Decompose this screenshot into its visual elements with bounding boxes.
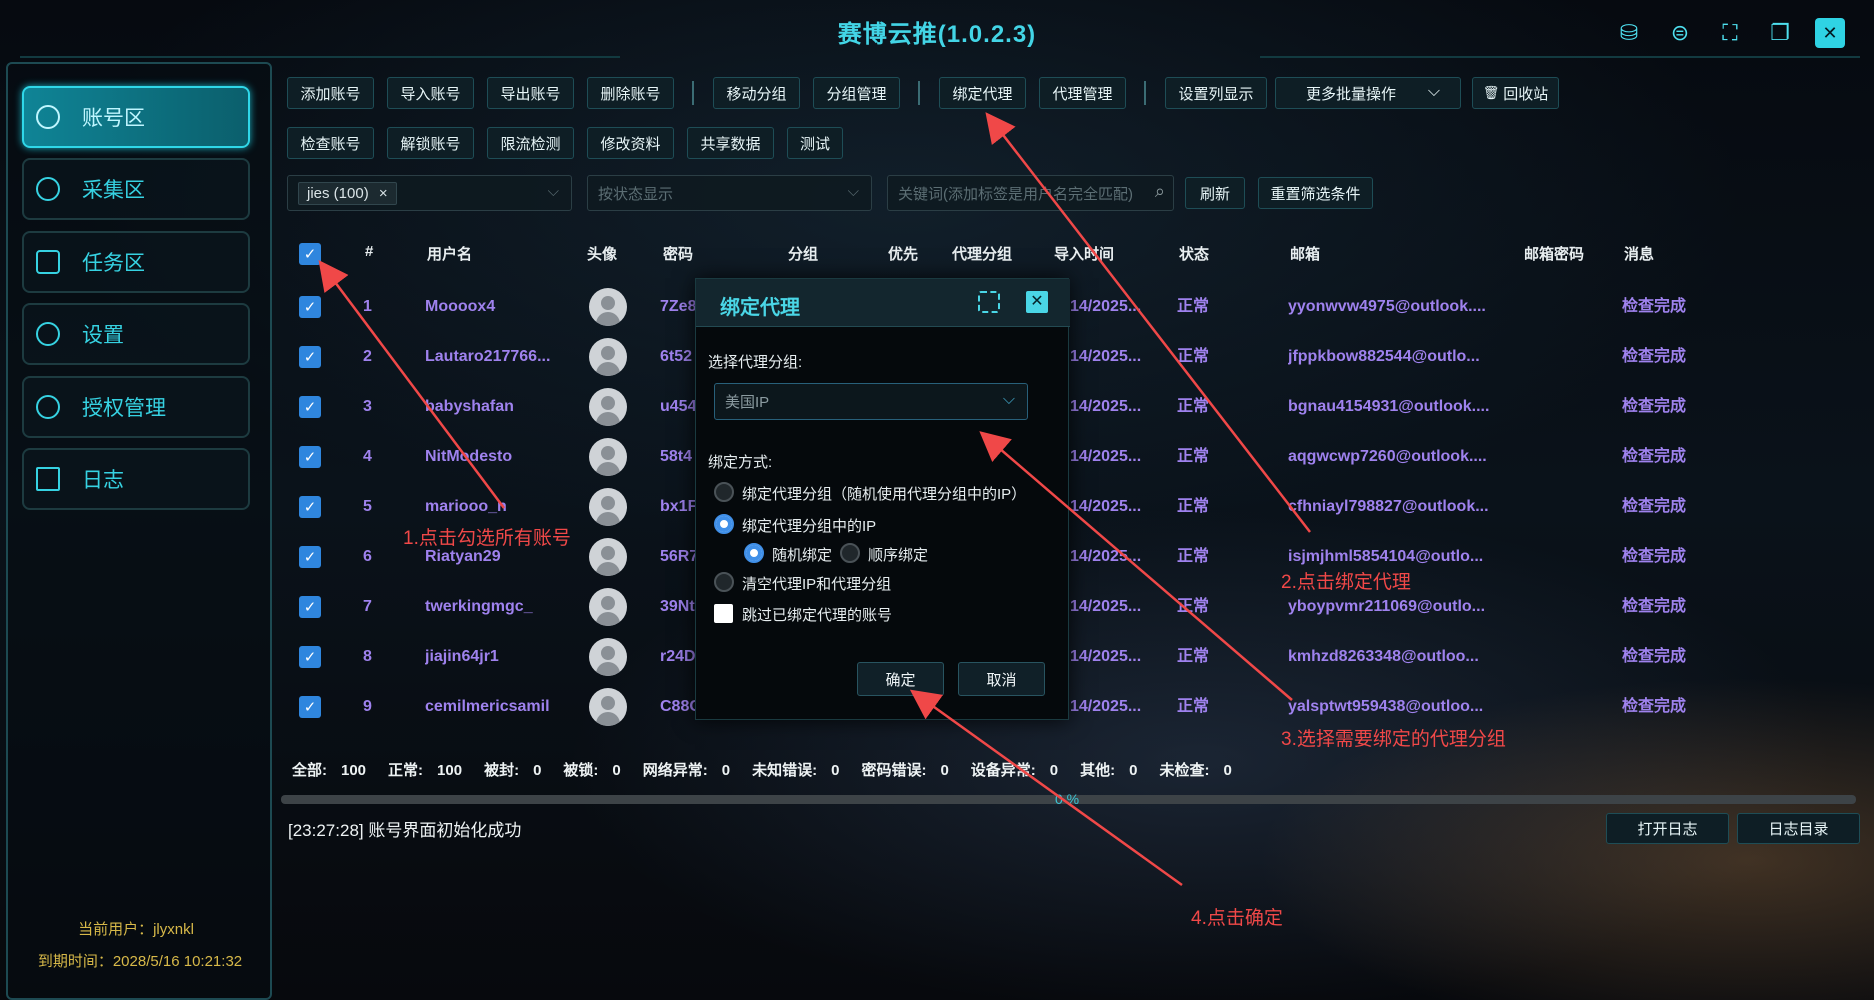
annotation-step-4: 4.点击确定 [1191,908,1283,929]
arrow-2 [985,112,1311,533]
annotation-step-3: 3.选择需要绑定的代理分组 [1281,729,1506,750]
arrow-4 [909,689,1183,887]
annotation-step-1: 1.点击勾选所有账号 [403,528,571,549]
annotation-step-2: 2.点击绑定代理 [1281,572,1411,593]
annotation-arrows [318,112,1311,887]
arrow-3 [979,431,1293,701]
arrow-1 [318,259,506,509]
